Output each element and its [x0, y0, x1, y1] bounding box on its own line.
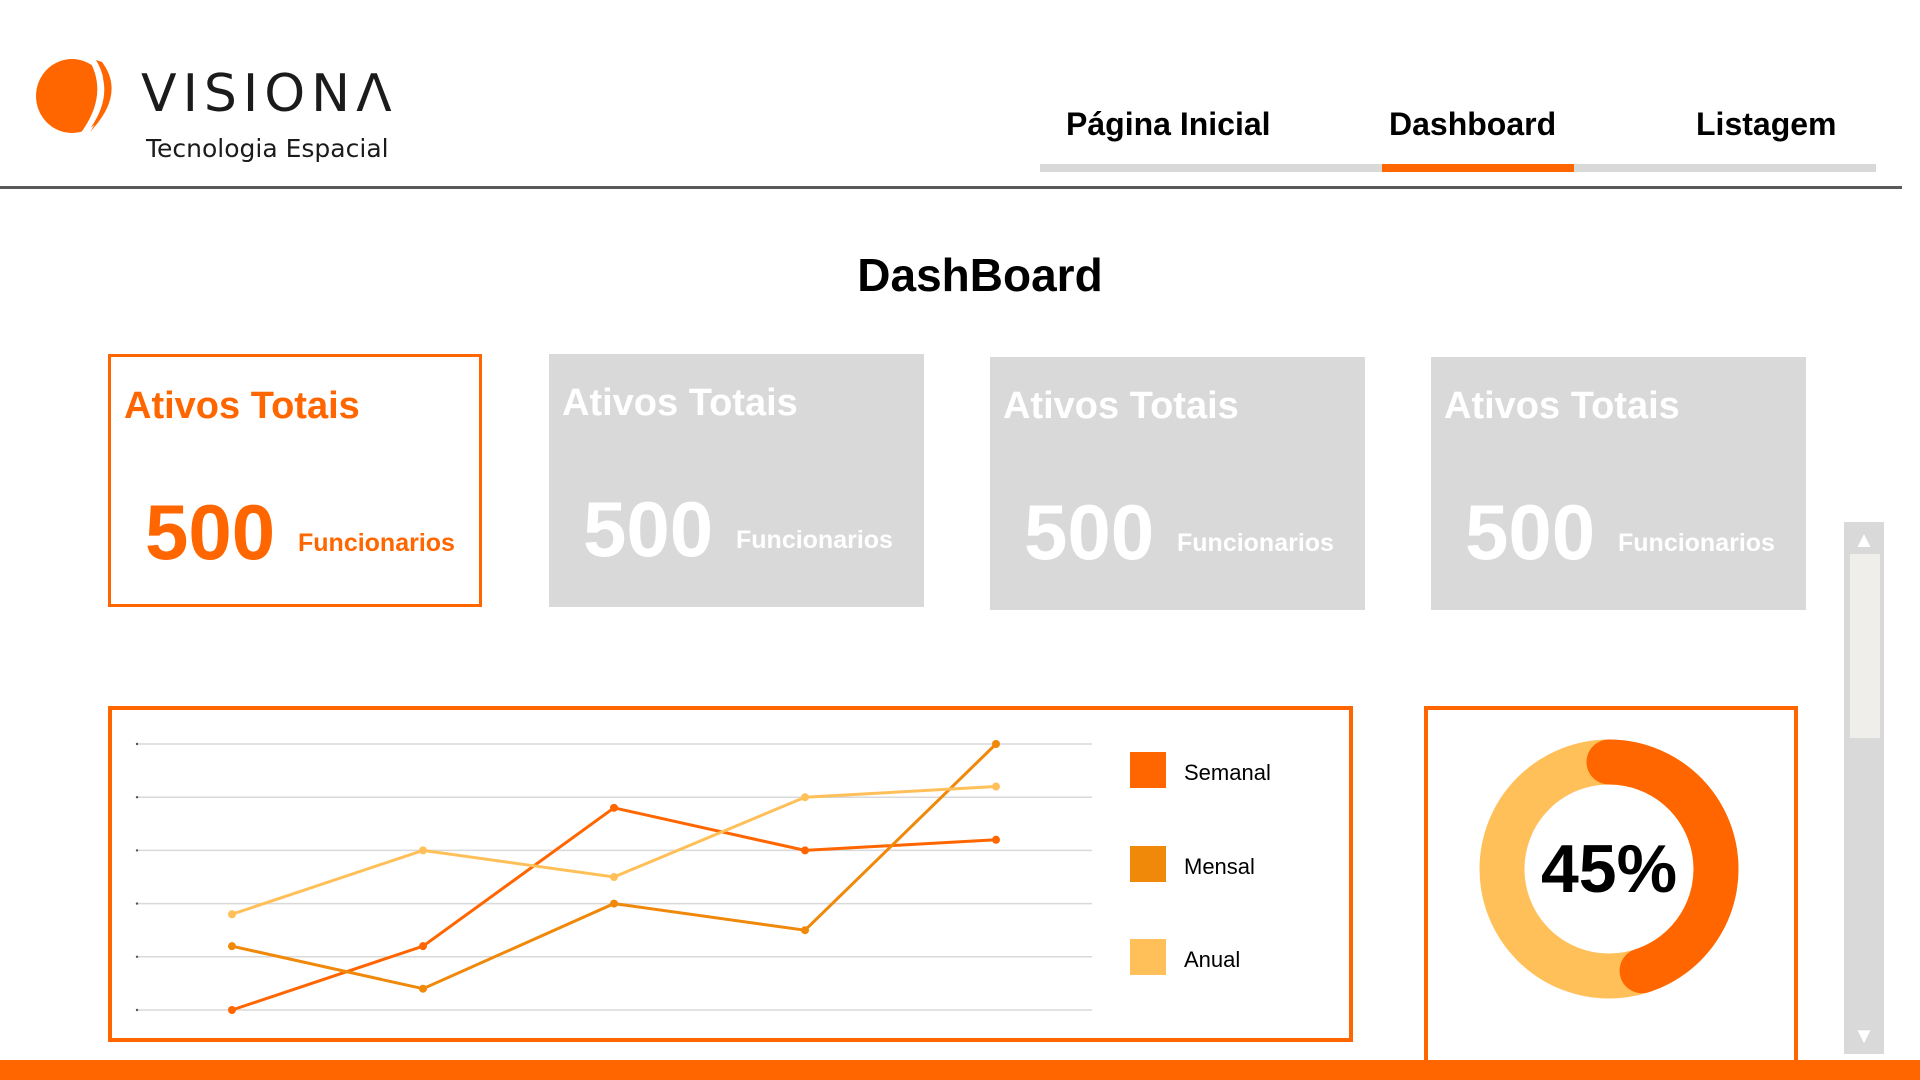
card-value: 500 [1024, 488, 1155, 576]
card-title: Ativos Totais [562, 382, 798, 424]
brand-tagline: Tecnologia Espacial [146, 134, 389, 163]
kpi-card-active[interactable]: Ativos Totais 500 Funcionarios [108, 354, 482, 607]
y-tick-mark [135, 796, 139, 799]
data-point-semanal[interactable] [228, 1006, 236, 1014]
line-chart-panel: Semanal Mensal Anual [108, 706, 1353, 1042]
card-title: Ativos Totais [1444, 385, 1680, 427]
legend-label: Mensal [1184, 854, 1255, 879]
series-line-semanal [231, 806, 997, 1012]
data-point-mensal[interactable] [419, 984, 427, 993]
data-point-mensal[interactable] [992, 740, 1000, 748]
card-unit: Funcionarios [1177, 529, 1334, 557]
legend-swatch-mensal [1130, 846, 1166, 882]
data-point-anual[interactable] [801, 793, 809, 802]
data-point-mensal[interactable] [610, 899, 618, 908]
legend-label: Anual [1184, 947, 1241, 972]
y-tick-mark [135, 849, 139, 852]
footer-bar [0, 1060, 1920, 1080]
card-title: Ativos Totais [124, 385, 360, 427]
data-point-semanal[interactable] [419, 942, 427, 951]
card-value: 500 [583, 485, 714, 573]
tab-listagem[interactable]: Listagem [1696, 106, 1836, 143]
legend-item-semanal: Semanal [1130, 752, 1330, 790]
kpi-card[interactable]: Ativos Totais 500 Funcionarios [990, 357, 1365, 610]
card-value: 500 [145, 488, 276, 576]
y-tick-mark [135, 742, 139, 746]
y-tick-mark [135, 902, 139, 905]
legend-swatch-semanal [1130, 752, 1166, 788]
visiona-logo-icon [36, 58, 112, 134]
scroll-down-icon[interactable]: ▼ [1844, 1022, 1884, 1050]
brand-logo[interactable]: VISIONΛ Tecnologia Espacial [36, 50, 416, 170]
data-point-semanal[interactable] [801, 846, 809, 855]
page-title: DashBoard [857, 249, 1103, 301]
data-point-anual[interactable] [610, 873, 618, 881]
tab-pagina-inicial[interactable]: Página Inicial [1066, 106, 1271, 143]
card-title: Ativos Totais [1003, 385, 1239, 427]
card-value: 500 [1465, 488, 1596, 576]
card-unit: Funcionarios [298, 529, 455, 557]
legend-item-anual: Anual [1130, 939, 1330, 977]
data-point-mensal[interactable] [228, 942, 236, 951]
card-unit: Funcionarios [1618, 529, 1775, 557]
chart-legend: Semanal Mensal Anual [1130, 752, 1330, 1012]
legend-label: Semanal [1184, 760, 1271, 785]
nav-active-indicator [1382, 164, 1574, 172]
kpi-card[interactable]: Ativos Totais 500 Funcionarios [1431, 357, 1806, 610]
legend-item-mensal: Mensal [1130, 846, 1330, 884]
y-tick-mark [135, 955, 139, 958]
donut-chart-panel: 45% [1424, 706, 1798, 1066]
series-line-mensal [231, 742, 998, 991]
brand-name: VISIONΛ [141, 64, 398, 124]
data-point-anual[interactable] [419, 846, 427, 855]
main-nav: Página Inicial Dashboard Listagem [1040, 94, 1876, 172]
scroll-up-icon[interactable]: ▲ [1844, 526, 1884, 554]
tab-dashboard[interactable]: Dashboard [1389, 106, 1556, 143]
card-unit: Funcionarios [736, 526, 893, 554]
legend-swatch-anual [1130, 939, 1166, 975]
donut-percent-label: 45% [1540, 831, 1678, 907]
y-tick-mark [135, 1008, 139, 1012]
data-point-mensal[interactable] [801, 926, 809, 935]
data-point-semanal[interactable] [610, 803, 618, 812]
data-point-semanal[interactable] [992, 835, 1000, 844]
vertical-scrollbar[interactable]: ▲ ▼ [1844, 522, 1884, 1054]
data-point-anual[interactable] [992, 782, 1000, 791]
header-divider [0, 186, 1902, 189]
kpi-card[interactable]: Ativos Totais 500 Funcionarios [549, 354, 924, 607]
scroll-thumb[interactable] [1850, 554, 1880, 738]
data-point-anual[interactable] [228, 910, 236, 919]
